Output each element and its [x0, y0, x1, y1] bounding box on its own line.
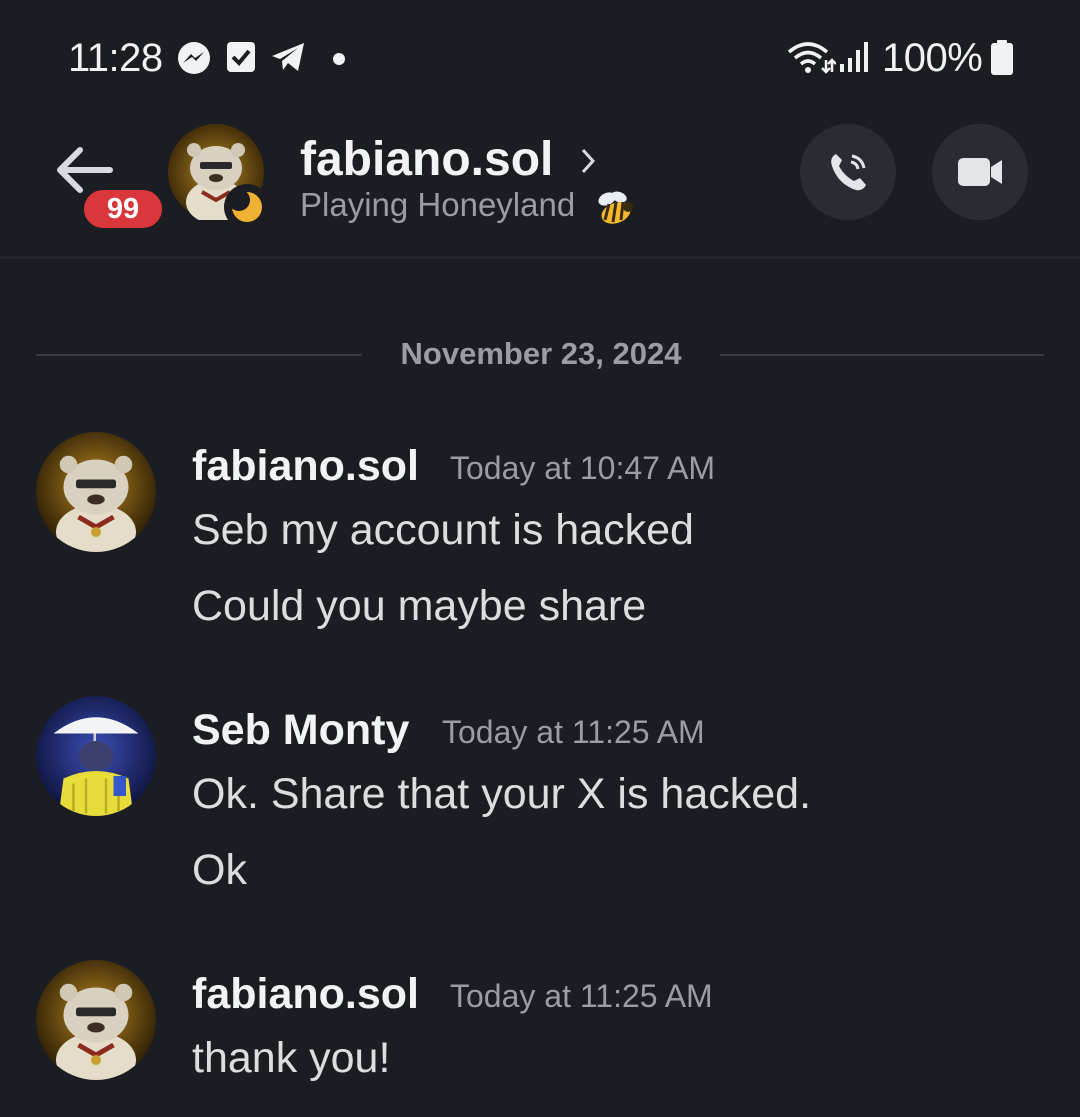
- telegram-icon: [272, 43, 304, 71]
- avatar-image: [36, 432, 156, 552]
- message-text[interactable]: Seb my account is hacked: [192, 506, 694, 555]
- date-divider-line: [720, 354, 1044, 356]
- message-text[interactable]: Could you maybe share: [192, 582, 646, 631]
- signal-icon: [840, 42, 868, 72]
- message-timestamp: Today at 11:25 AM: [450, 978, 713, 1014]
- header-username[interactable]: fabiano.sol: [300, 132, 553, 187]
- header-divider: [0, 256, 1080, 259]
- voice-call-button[interactable]: [800, 124, 896, 220]
- dot-icon: [333, 53, 345, 65]
- status-bar: 11:28 100%: [0, 0, 1080, 110]
- idle-status: [224, 184, 270, 230]
- avatar[interactable]: [36, 960, 156, 1080]
- idle-moon-icon: [228, 189, 262, 222]
- messenger-icon: [178, 42, 210, 74]
- checkbox-icon: [227, 42, 255, 72]
- message-text[interactable]: Ok: [192, 846, 247, 895]
- message-author[interactable]: fabiano.sol: [192, 442, 419, 491]
- chevron-right-icon[interactable]: [578, 146, 598, 176]
- phone-call-icon: [831, 154, 866, 191]
- avatar-image: [36, 696, 156, 816]
- unread-badge: 99: [80, 186, 166, 232]
- avatar-image: [36, 960, 156, 1080]
- battery-percent: 100%: [882, 36, 983, 80]
- avatar[interactable]: [36, 432, 156, 552]
- message-timestamp: Today at 11:25 AM: [442, 714, 705, 750]
- activity-status: Playing Honeyland: [300, 186, 576, 223]
- message-author[interactable]: fabiano.sol: [192, 970, 419, 1019]
- dm-screen: 11:28 100% 99 fabiano.sol Playing Honeyl…: [0, 0, 1080, 1117]
- message-text[interactable]: thank you!: [192, 1034, 390, 1083]
- date-divider: November 23, 2024: [400, 336, 682, 371]
- video-call-button[interactable]: [932, 124, 1028, 220]
- chat-header: 99 fabiano.sol Playing Honeyland: [0, 110, 1080, 256]
- video-camera-icon: [958, 158, 1002, 186]
- bee-icon: [598, 191, 633, 224]
- message-author[interactable]: Seb Monty: [192, 706, 409, 755]
- avatar[interactable]: [36, 696, 156, 816]
- battery-icon: [991, 40, 1013, 75]
- date-divider-line: [36, 354, 362, 356]
- message-timestamp: Today at 10:47 AM: [450, 450, 716, 486]
- status-time: 11:28: [68, 36, 163, 80]
- wifi-icon: [787, 42, 836, 74]
- message-text[interactable]: Ok. Share that your X is hacked.: [192, 770, 811, 819]
